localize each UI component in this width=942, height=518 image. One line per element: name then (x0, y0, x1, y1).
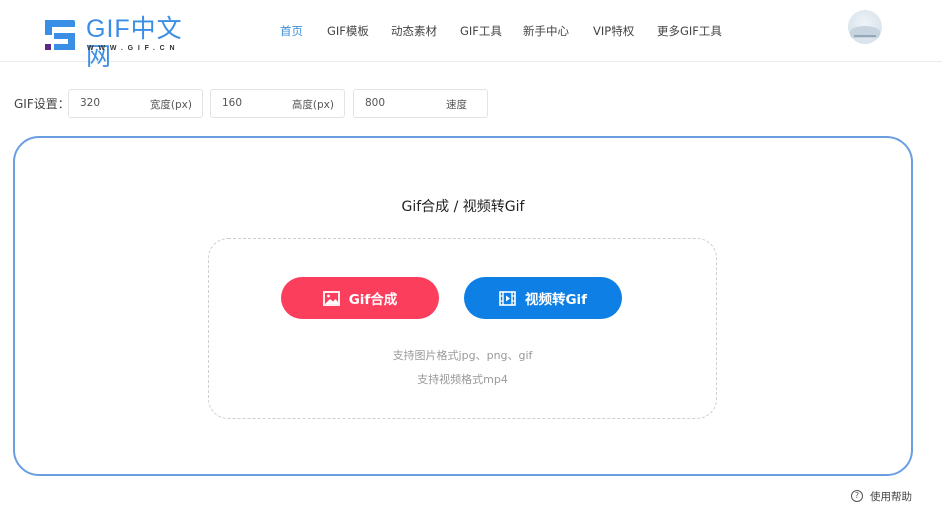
site-header: GIF中文网 WWW.GIF.CN 首页 GIF模板 动态素材 GIF工具 新手… (0, 0, 942, 71)
user-avatar[interactable] (848, 10, 882, 44)
speed-unit-label: 速度 (446, 99, 467, 111)
nav-item-beginner-center[interactable]: 新手中心 (523, 22, 593, 40)
speed-field[interactable]: 800 速度 (353, 89, 488, 118)
upload-dropzone[interactable]: Gif合成 视频转Gif 支持图片格式jpg、png、gif 支持视频格式mp4 (208, 238, 717, 419)
help-link[interactable]: ? 使用帮助 (851, 488, 912, 504)
logo-mark-icon (45, 20, 75, 50)
height-value: 160 (222, 97, 243, 109)
height-unit-label: 高度(px) (291, 99, 334, 111)
image-icon (322, 290, 340, 306)
width-unit-label: 宽度(px) (149, 99, 192, 111)
nav-item-more-tools[interactable]: 更多GIF工具 (657, 22, 722, 40)
video-to-gif-label: 视频转Gif (524, 292, 588, 308)
help-label: 使用帮助 (870, 490, 912, 503)
logo-domain: WWW.GIF.CN (87, 45, 180, 52)
speed-value: 800 (365, 97, 386, 109)
question-circle-icon: ? (851, 490, 863, 502)
video-to-gif-button[interactable]: 视频转Gif (464, 277, 622, 319)
nav-item-home[interactable]: 首页 (280, 22, 327, 40)
nav-item-gif-templates[interactable]: GIF模板 (327, 22, 391, 40)
main-nav: 首页 GIF模板 动态素材 GIF工具 新手中心 VIP特权 更多GIF工具 (280, 22, 722, 40)
nav-item-gif-tools[interactable]: GIF工具 (460, 22, 523, 40)
width-field[interactable]: 320 宽度(px) (68, 89, 203, 118)
image-format-hint: 支持图片格式jpg、png、gif (392, 349, 533, 362)
site-logo[interactable]: GIF中文网 WWW.GIF.CN (42, 15, 192, 71)
logo-text: GIF中文网 (86, 15, 183, 71)
video-format-hint: 支持视频格式mp4 (417, 373, 508, 386)
height-field[interactable]: 160 高度(px) (210, 89, 345, 118)
nav-item-vip[interactable]: VIP特权 (593, 22, 657, 40)
film-icon (499, 290, 516, 306)
panel-title: Gif合成 / 视频转Gif (401, 199, 525, 215)
upload-panel: Gif合成 / 视频转Gif Gif合成 视频转Gif 支持图片格式jpg、pn… (13, 136, 913, 476)
avatar-caption (854, 35, 876, 37)
gif-merge-label: Gif合成 (348, 292, 398, 308)
nav-item-animated-assets[interactable]: 动态素材 (391, 22, 460, 40)
settings-label: GIF设置： (14, 97, 70, 111)
width-value: 320 (80, 97, 101, 109)
gif-merge-button[interactable]: Gif合成 (281, 277, 439, 319)
